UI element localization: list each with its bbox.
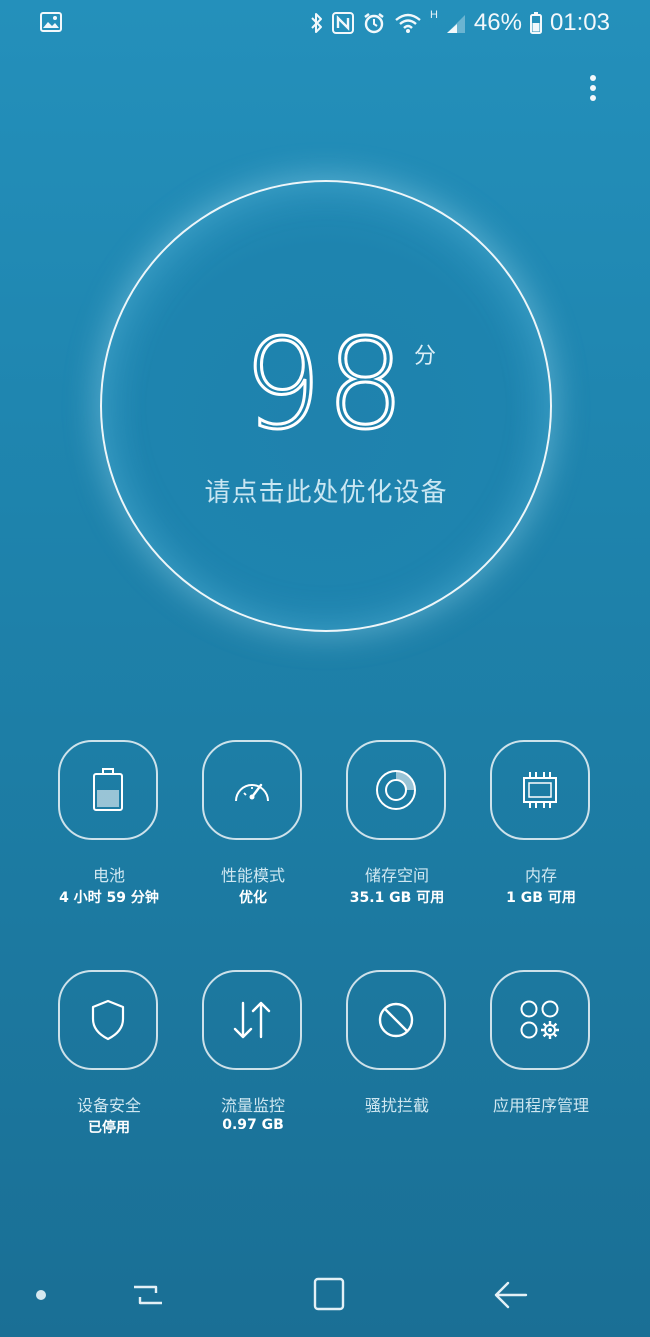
tile-subtitle: 0.97 GB <box>222 1117 284 1133</box>
storage-icon <box>374 768 418 812</box>
clock: 01:03 <box>549 9 610 36</box>
recent-apps-icon <box>126 1273 170 1317</box>
score-unit: 分 <box>414 344 437 369</box>
tile-label: 骚扰拦截 <box>364 1096 429 1115</box>
network-type-label: H <box>429 9 438 21</box>
home-button[interactable] <box>307 1273 351 1317</box>
battery-icon <box>91 768 125 812</box>
block-tile-button[interactable] <box>346 970 446 1070</box>
tile-subtitle: 1 GB 可用 <box>506 890 576 906</box>
nfc-icon <box>331 12 354 34</box>
tile-subtitle: 优化 <box>239 890 267 906</box>
wifi-icon <box>394 12 422 34</box>
tile-label: 性能模式 <box>220 866 285 885</box>
storage-tile-button[interactable] <box>346 740 446 840</box>
bluetooth-icon <box>310 12 324 34</box>
recent-apps-button[interactable] <box>126 1273 170 1317</box>
data-usage-arrows-icon <box>230 999 274 1041</box>
signal-icon <box>446 12 466 34</box>
tile-label: 流量监控 <box>220 1096 285 1115</box>
performance-tile-button[interactable] <box>202 740 302 840</box>
optimize-score-button[interactable]: 98 分 请点击此处优化设备 <box>100 180 552 632</box>
back-button[interactable] <box>488 1273 532 1317</box>
memory-chip-icon <box>518 770 562 810</box>
status-bar: H 46% 01:03 <box>0 0 650 46</box>
shield-icon <box>90 999 126 1041</box>
battery-tile-button[interactable] <box>58 740 158 840</box>
tile-label: 应用程序管理 <box>492 1096 589 1115</box>
tile-subtitle: 35.1 GB 可用 <box>349 890 445 906</box>
nav-dot[interactable] <box>36 1290 46 1300</box>
alarm-icon <box>362 12 386 34</box>
navigation-bar <box>0 1255 650 1337</box>
block-icon <box>376 1000 416 1040</box>
tile-subtitle: 已停用 <box>88 1120 130 1136</box>
back-icon <box>488 1273 532 1317</box>
tile-label: 设备安全 <box>76 1096 141 1115</box>
tile-label: 内存 <box>524 866 557 885</box>
home-icon <box>307 1273 351 1317</box>
performance-gauge-icon <box>232 773 272 807</box>
device-score: 98 <box>242 313 409 457</box>
memory-tile-button[interactable] <box>490 740 590 840</box>
tile-label: 电池 <box>92 866 125 885</box>
tile-subtitle: 4 小时 59 分钟 <box>59 890 159 906</box>
tile-label: 储存空间 <box>364 866 429 885</box>
optimize-hint: 请点击此处优化设备 <box>204 478 448 508</box>
app-manager-tile-button[interactable] <box>490 970 590 1070</box>
security-tile-button[interactable] <box>58 970 158 1070</box>
app-manager-icon <box>517 997 563 1043</box>
gallery-icon <box>40 12 62 32</box>
battery-icon <box>529 12 542 34</box>
more-dot <box>590 95 596 101</box>
more-dot <box>590 75 596 81</box>
more-options-button[interactable] <box>578 68 608 108</box>
battery-percent: 46% <box>473 9 522 36</box>
data-monitor-tile-button[interactable] <box>202 970 302 1070</box>
more-dot <box>590 85 596 91</box>
